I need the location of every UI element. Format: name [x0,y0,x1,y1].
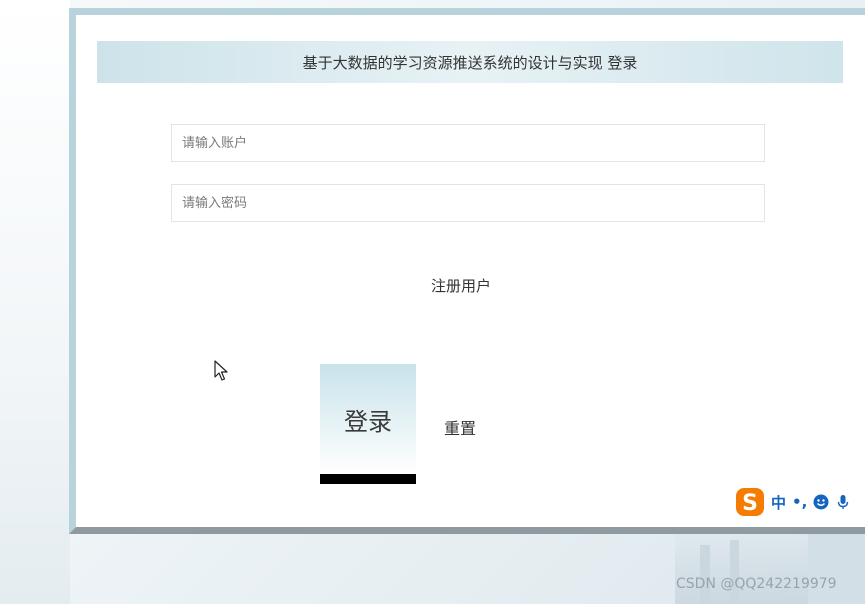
background-tower [808,530,865,604]
background-tower [730,540,739,604]
ime-toolbar: S 中 •, [735,486,865,518]
account-input[interactable] [171,124,765,162]
page-title: 基于大数据的学习资源推送系统的设计与实现 登录 [302,53,638,72]
background-left [0,0,70,604]
login-button[interactable]: 登录 [320,364,416,484]
password-input[interactable] [171,184,765,222]
microphone-icon[interactable] [835,494,851,510]
sogou-s-icon[interactable]: S [735,487,765,517]
login-panel: 基于大数据的学习资源推送系统的设计与实现 登录 注册用户 登录 重置 [69,8,865,534]
ime-mode-toggle[interactable]: 中 [771,492,786,513]
reset-button[interactable]: 重置 [444,415,476,439]
mouse-cursor-icon [214,360,228,381]
ime-punctuation-toggle[interactable]: •, [792,493,807,511]
smiley-icon[interactable] [813,494,829,510]
background-tower [700,545,710,604]
watermark: CSDN @QQ242219979 [676,576,837,592]
svg-text:S: S [742,491,758,516]
register-user-link[interactable]: 注册用户 [431,275,491,296]
login-header: 基于大数据的学习资源推送系统的设计与实现 登录 [97,41,843,83]
